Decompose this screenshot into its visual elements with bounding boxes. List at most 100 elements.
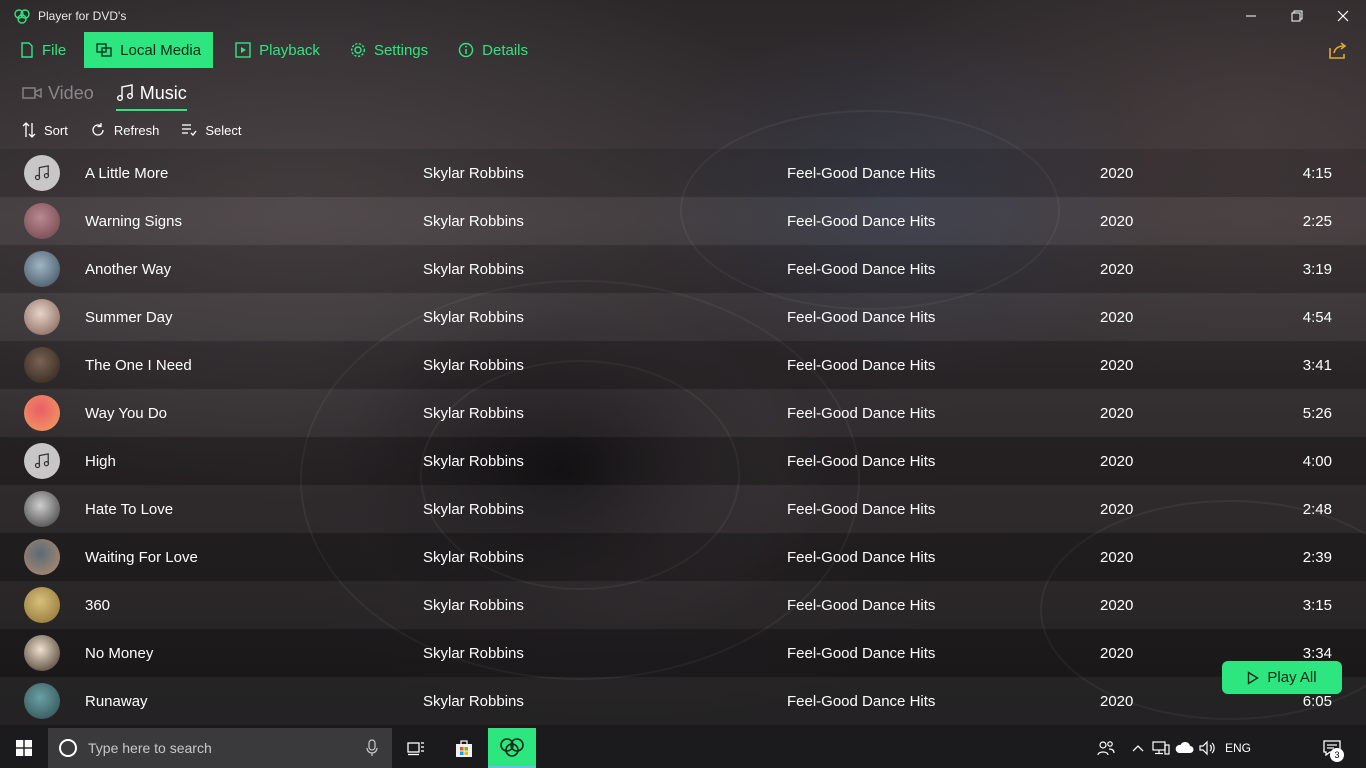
track-year: 2020 xyxy=(1100,404,1134,422)
track-title: Runaway xyxy=(85,692,148,710)
refresh-button[interactable]: Refresh xyxy=(90,122,159,138)
track-year: 2020 xyxy=(1100,596,1134,614)
people-button[interactable] xyxy=(1086,728,1126,768)
track-row[interactable]: Warning Signs Skylar Robbins Feel-Good Dan… xyxy=(0,197,1366,245)
track-album: Feel-Good Dance Hits xyxy=(787,548,936,566)
track-duration: 3:15 xyxy=(1302,596,1332,614)
track-duration: 4:54 xyxy=(1302,308,1332,326)
track-album: Feel-Good Dance Hits xyxy=(787,164,936,182)
menu-playback[interactable]: Playback xyxy=(223,32,332,68)
track-row[interactable]: High Skylar Robbins Feel-Good Dance Hits 20… xyxy=(0,437,1366,485)
track-row[interactable]: Way You Do Skylar Robbins Feel-Good Dance … xyxy=(0,389,1366,437)
task-view-button[interactable] xyxy=(392,728,440,768)
track-album: Feel-Good Dance Hits xyxy=(787,596,936,614)
restore-icon xyxy=(1291,10,1303,22)
windows-logo-icon xyxy=(16,740,32,756)
track-album: Feel-Good Dance Hits xyxy=(787,452,936,470)
local-media-icon xyxy=(96,43,112,57)
taskbar-search[interactable]: Type here to search xyxy=(48,728,392,768)
gear-icon xyxy=(350,42,365,58)
sort-button[interactable]: Sort xyxy=(22,122,68,138)
track-album: Feel-Good Dance Hits xyxy=(787,212,936,230)
track-duration: 2:25 xyxy=(1302,212,1332,230)
menu-local-media[interactable]: Local Media xyxy=(84,32,214,68)
track-title: Summer Day xyxy=(85,308,173,326)
tab-video[interactable]: Video xyxy=(22,78,94,108)
track-duration: 5:26 xyxy=(1302,404,1332,422)
track-row[interactable]: Another Way Skylar Robbins Feel-Good Dance… xyxy=(0,245,1366,293)
track-duration: 4:15 xyxy=(1302,164,1332,182)
menu-settings[interactable]: Settings xyxy=(338,32,440,68)
close-button[interactable] xyxy=(1320,0,1366,32)
track-row[interactable]: Hate To Love Skylar Robbins Feel-Good Danc… xyxy=(0,485,1366,533)
track-album: Feel-Good Dance Hits xyxy=(787,260,936,278)
system-tray: ENG 3 xyxy=(1086,728,1366,768)
default-album-art-icon xyxy=(24,155,60,191)
music-note-icon xyxy=(116,84,133,101)
volume-button[interactable] xyxy=(1196,728,1218,768)
track-title: Hate To Love xyxy=(85,500,174,518)
track-artist: Skylar Robbins xyxy=(423,692,524,710)
store-button[interactable] xyxy=(440,728,488,768)
start-button[interactable] xyxy=(0,728,48,768)
play-icon xyxy=(1248,670,1260,685)
track-artist: Skylar Robbins xyxy=(423,356,524,374)
track-title: The One I Need xyxy=(85,356,192,374)
select-button[interactable]: Select xyxy=(181,123,242,138)
track-duration: 2:39 xyxy=(1302,548,1332,566)
close-icon xyxy=(1337,10,1349,22)
notification-count-badge: 3 xyxy=(1330,748,1344,762)
action-center-button[interactable]: 3 xyxy=(1308,728,1356,768)
track-row[interactable]: The One I Need Skylar Robbins Feel-Good Da… xyxy=(0,341,1366,389)
menu-file[interactable]: File xyxy=(8,32,78,68)
track-artist: Skylar Robbins xyxy=(423,644,524,662)
album-art-thumbnail xyxy=(24,395,60,431)
window-controls xyxy=(1228,0,1366,32)
track-title: 360 xyxy=(85,596,111,614)
track-duration: 3:41 xyxy=(1302,356,1332,374)
taskbar-player-app[interactable] xyxy=(488,728,536,768)
playback-icon xyxy=(235,42,251,58)
menu-details[interactable]: Details xyxy=(446,32,540,68)
track-row[interactable]: Runaway Skylar Robbins Feel-Good Dance Hit… xyxy=(0,677,1366,725)
track-row[interactable]: A Little More Skylar Robbins Feel-Good Dan… xyxy=(0,149,1366,197)
network-icon xyxy=(1152,741,1170,755)
menu-bar: File Local Media Playback Settings Detai… xyxy=(0,32,1366,68)
share-icon xyxy=(1329,42,1347,59)
share-button[interactable] xyxy=(1328,40,1348,64)
window-title: Player for DVD's xyxy=(38,9,127,23)
video-camera-icon xyxy=(22,87,42,99)
track-artist: Skylar Robbins xyxy=(423,308,524,326)
track-artist: Skylar Robbins xyxy=(423,212,524,230)
track-year: 2020 xyxy=(1100,452,1134,470)
track-row[interactable]: Summer Day Skylar Robbins Feel-Good Dance … xyxy=(0,293,1366,341)
track-year: 2020 xyxy=(1100,212,1134,230)
microphone-icon[interactable] xyxy=(366,739,378,757)
track-title: High xyxy=(85,452,116,470)
taskbar: Type here to search ENG 3 xyxy=(0,728,1366,768)
people-icon xyxy=(1097,741,1115,756)
play-all-button[interactable]: Play All xyxy=(1222,661,1342,694)
track-row[interactable]: Waiting For Love Skylar Robbins Feel-Good … xyxy=(0,533,1366,581)
restore-button[interactable] xyxy=(1274,0,1320,32)
track-list: A Little More Skylar Robbins Feel-Good Dan… xyxy=(0,149,1366,725)
onedrive-button[interactable] xyxy=(1172,728,1196,768)
album-art-thumbnail xyxy=(24,203,60,239)
album-art-thumbnail xyxy=(24,683,60,719)
track-artist: Skylar Robbins xyxy=(423,500,524,518)
minimize-button[interactable] xyxy=(1228,0,1274,32)
show-hidden-icons-button[interactable] xyxy=(1126,728,1150,768)
track-year: 2020 xyxy=(1100,644,1134,662)
refresh-icon xyxy=(92,123,104,136)
track-year: 2020 xyxy=(1100,260,1134,278)
app-logo-icon xyxy=(14,9,30,24)
store-icon xyxy=(456,740,472,757)
track-row[interactable]: 360 Skylar Robbins Feel-Good Dance Hits 202… xyxy=(0,581,1366,629)
album-art-thumbnail xyxy=(24,635,60,671)
network-button[interactable] xyxy=(1150,728,1172,768)
track-year: 2020 xyxy=(1100,308,1134,326)
track-title: Way You Do xyxy=(85,404,167,422)
tab-music[interactable]: Music xyxy=(115,78,187,111)
input-language[interactable]: ENG xyxy=(1218,728,1258,768)
track-row[interactable]: No Money Skylar Robbins Feel-Good Dance Hi… xyxy=(0,629,1366,677)
